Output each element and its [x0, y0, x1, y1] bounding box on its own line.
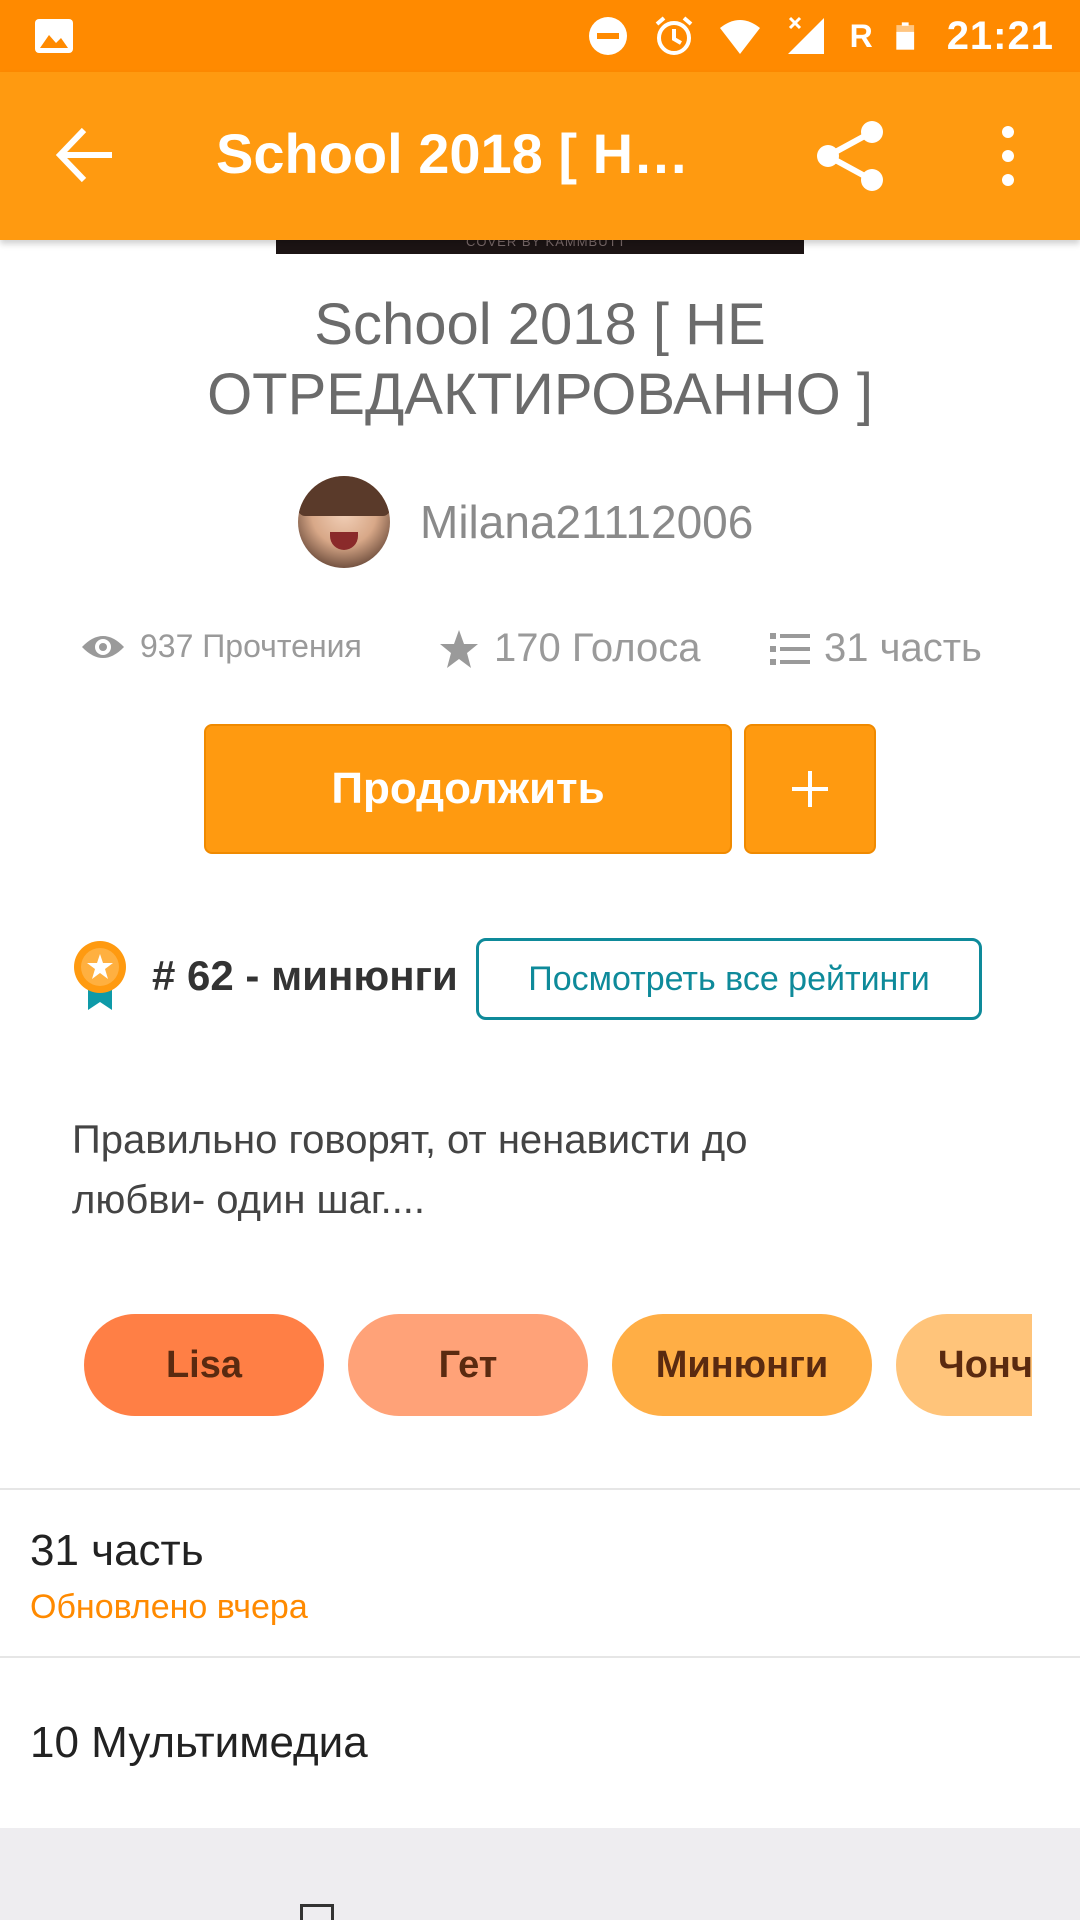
clock: 21:21 — [946, 13, 1054, 58]
author-row[interactable]: Milana21112006 — [298, 476, 753, 568]
divider — [0, 1488, 1080, 1490]
tag-chip[interactable]: Чонч — [896, 1314, 1032, 1416]
wifi-icon — [719, 20, 760, 54]
reads-count: 937 Прочтения — [140, 628, 362, 664]
avatar[interactable] — [298, 476, 390, 568]
signal-icon — [787, 16, 824, 54]
parts-updated-label: Обновлено вчера — [30, 1588, 308, 1626]
medal-icon — [74, 941, 126, 1010]
share-icon[interactable] — [812, 118, 888, 194]
story-description: Правильно говорят, от ненависти до любви… — [72, 1118, 748, 1222]
tags-row[interactable]: Lisa Гет Минюнги Чонч — [84, 1314, 1032, 1416]
divider — [0, 1656, 1080, 1658]
story-title: School 2018 [ НЕ ОТРЕДАКТИРОВАННО ] — [207, 292, 873, 427]
votes-stat: 170 Голоса — [438, 626, 700, 671]
battery-icon — [896, 22, 914, 50]
parts-stat: 31 часть — [770, 626, 982, 671]
section-peek — [300, 1904, 334, 1920]
ranking-label: # 62 - минюнги — [152, 952, 458, 999]
tag-chip[interactable]: Минюнги — [612, 1314, 872, 1416]
view-all-rankings-button[interactable]: Посмотреть все рейтинги — [476, 938, 982, 1020]
bottom-section — [0, 1828, 1080, 1920]
alarm-icon — [655, 16, 692, 55]
author-name[interactable]: Milana21112006 — [420, 495, 753, 549]
app-bar-title: School 2018 [ НЕ ОТРЕДАКТИРОВАННО ] — [216, 122, 726, 185]
plus-icon — [792, 771, 828, 807]
image-icon — [35, 19, 73, 53]
roaming-indicator: R — [849, 17, 873, 54]
app-bar: School 2018 [ НЕ ОТРЕДАКТИРОВАННО ] — [0, 72, 1080, 240]
ranking-row: # 62 - минюнги Посмотреть все рейтинги — [72, 938, 992, 1028]
star-icon — [440, 629, 478, 668]
story-stats: 937 Прочтения 170 Голоса 31 часть — [80, 626, 1020, 676]
parts-count: 31 часть — [824, 626, 982, 670]
continue-reading-button[interactable]: Продолжить — [204, 724, 732, 854]
tag-chip[interactable]: Lisa — [84, 1314, 324, 1416]
more-vert-icon[interactable] — [984, 120, 1032, 192]
parts-section-title[interactable]: 31 часть — [30, 1526, 204, 1576]
tag-chip[interactable]: Гет — [348, 1314, 588, 1416]
media-section-title[interactable]: 10 Мультимедиа — [30, 1718, 368, 1768]
dnd-icon — [588, 17, 627, 55]
status-bar: R 21:21 — [0, 0, 1080, 72]
back-arrow-icon[interactable] — [52, 122, 118, 188]
eye-icon — [82, 635, 124, 658]
list-icon — [770, 632, 810, 665]
votes-count: 170 Голоса — [494, 626, 701, 670]
reads-stat: 937 Прочтения — [80, 628, 362, 665]
add-to-library-button[interactable] — [744, 724, 876, 854]
